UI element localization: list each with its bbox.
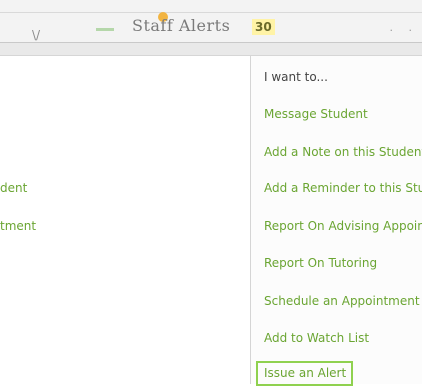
staff-alerts-title[interactable]: Staff Alerts bbox=[132, 16, 230, 35]
menu-item-report-advising[interactable]: Report On Advising Appointment bbox=[264, 219, 422, 233]
actions-menu-title: I want to... bbox=[264, 70, 328, 84]
menu-item-message-student[interactable]: Message Student bbox=[264, 107, 422, 121]
left-list-item-appointment[interactable]: tment bbox=[0, 219, 36, 233]
header-band bbox=[0, 43, 422, 56]
alert-count-badge[interactable]: 30 bbox=[252, 19, 275, 35]
menu-item-report-tutoring[interactable]: Report On Tutoring bbox=[264, 256, 422, 270]
toolbar-icons: · · bbox=[389, 24, 418, 37]
menu-item-schedule-appointment[interactable]: Schedule an Appointment bbox=[264, 294, 422, 308]
tab-indicator bbox=[96, 28, 114, 31]
header-divider bbox=[0, 12, 422, 13]
top-header-bar: \/ Staff Alerts 30 · · bbox=[0, 0, 422, 43]
menu-item-issue-alert[interactable]: Issue an Alert bbox=[256, 361, 354, 386]
menu-item-add-note[interactable]: Add a Note on this Student bbox=[264, 145, 422, 159]
tab-chevron-icon[interactable]: \/ bbox=[32, 28, 40, 42]
menu-item-add-watch-list[interactable]: Add to Watch List bbox=[264, 331, 422, 345]
menu-item-add-reminder[interactable]: Add a Reminder to this Student bbox=[264, 181, 422, 195]
left-list-item-student[interactable]: dent bbox=[0, 181, 27, 195]
